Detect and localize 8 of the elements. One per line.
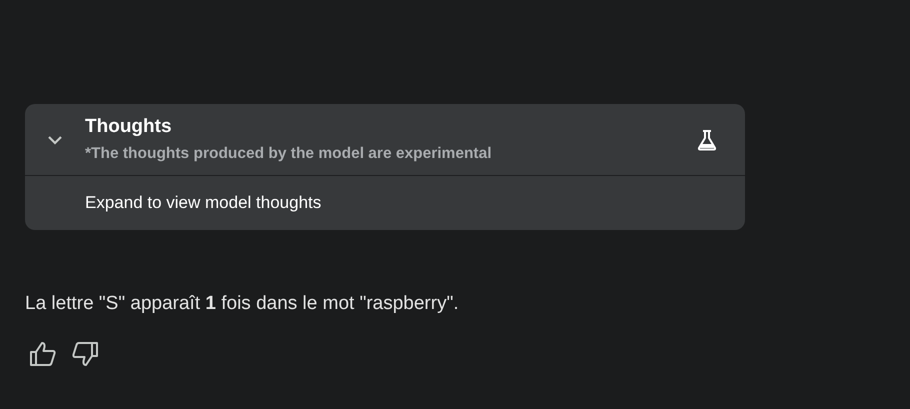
response-text: La lettre "S" apparaît 1 fois dans le mot "raspberry". — [25, 292, 460, 316]
expand-link[interactable]: Expand to view model thoughts — [85, 190, 322, 216]
thumbs-up-icon[interactable] — [29, 340, 57, 366]
chevron-icon — [47, 134, 63, 144]
flask-icon — [695, 128, 719, 152]
panel-title: Thoughts — [85, 114, 173, 138]
panel-subtitle: *The thoughts produced by the model are experimental — [85, 144, 493, 164]
thumbs-down-icon[interactable] — [71, 340, 99, 366]
